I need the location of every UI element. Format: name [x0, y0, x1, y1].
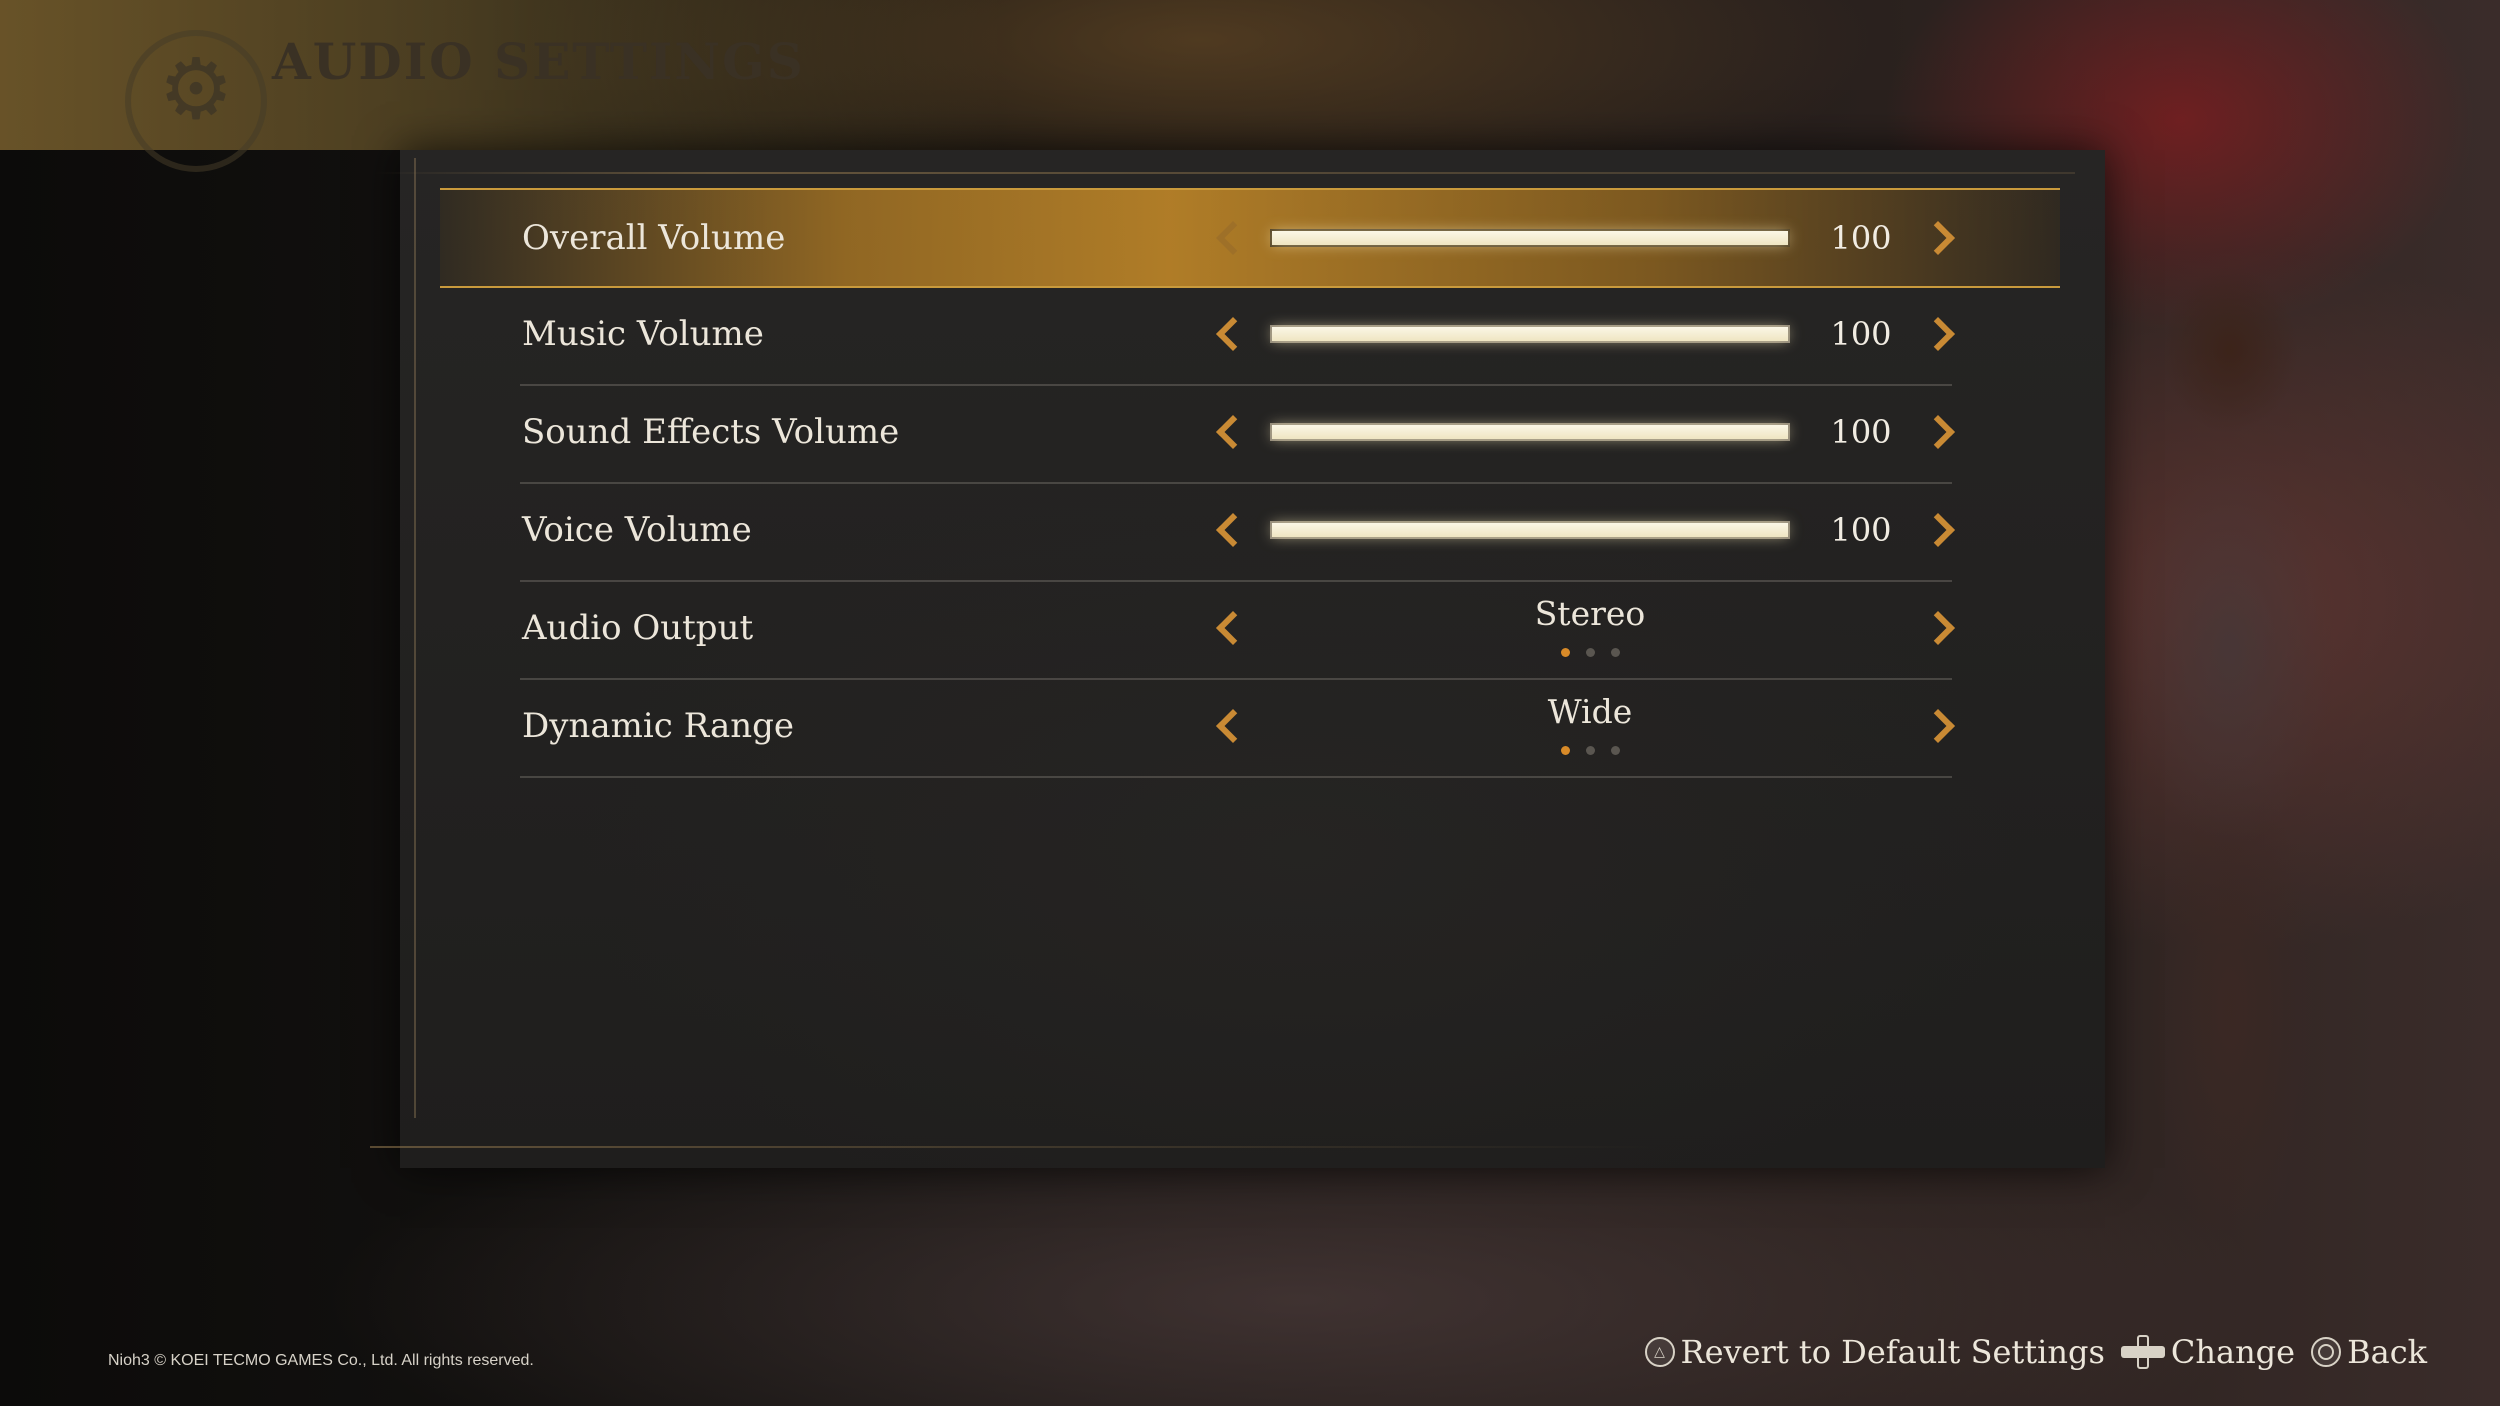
panel-frame-line-left	[414, 158, 416, 1118]
setting-label: Music Volume	[522, 314, 764, 354]
change-hint[interactable]: Change	[2120, 1333, 2296, 1371]
slider-fill	[1272, 327, 1788, 341]
arrow-left-icon[interactable]	[1213, 610, 1239, 646]
setting-row-audio-output[interactable]: Audio Output Stereo	[440, 580, 2060, 676]
volume-slider[interactable]	[1270, 325, 1790, 343]
triangle-button-icon: △	[1644, 1337, 1675, 1367]
panel-frame-line-top	[375, 172, 2075, 174]
volume-slider[interactable]	[1270, 229, 1790, 247]
slider-value: 100	[1830, 219, 1892, 257]
gear-icon	[125, 30, 267, 172]
button-hints: △ Revert to Default Settings Change Back	[1644, 1330, 2427, 1374]
setting-row-sound-effects-volume[interactable]: Sound Effects Volume 100	[440, 384, 2060, 480]
volume-slider[interactable]	[1270, 423, 1790, 441]
option-dot	[1585, 648, 1595, 657]
back-label: Back	[2347, 1333, 2427, 1371]
arrow-left-icon[interactable]	[1213, 414, 1239, 450]
option-dot	[1560, 746, 1570, 755]
slider-value: 100	[1830, 315, 1892, 353]
volume-slider[interactable]	[1270, 521, 1790, 539]
circle-button-icon	[2311, 1337, 2342, 1367]
character-figure	[2080, 230, 2380, 1230]
arrow-right-icon[interactable]	[1926, 316, 1952, 352]
revert-default-hint[interactable]: △ Revert to Default Settings	[1644, 1333, 2105, 1371]
setting-label: Voice Volume	[522, 510, 752, 550]
option-dots	[1540, 648, 1640, 657]
arrow-right-icon[interactable]	[1926, 220, 1952, 256]
page-title: AUDIO SETTINGS	[272, 32, 805, 91]
setting-label: Sound Effects Volume	[522, 412, 900, 452]
option-value: Stereo	[1534, 594, 1646, 633]
setting-row-overall-volume[interactable]: Overall Volume 100	[440, 188, 2060, 288]
revert-default-label: Revert to Default Settings	[1680, 1333, 2105, 1371]
option-dots	[1540, 746, 1640, 755]
slider-fill	[1272, 425, 1788, 439]
copyright-text: Nioh3 © KOEI TECMO GAMES Co., Ltd. All r…	[108, 1352, 534, 1369]
option-dot	[1610, 746, 1620, 755]
arrow-right-icon[interactable]	[1926, 708, 1952, 744]
change-label: Change	[2170, 1333, 2296, 1371]
arrow-right-icon[interactable]	[1926, 610, 1952, 646]
slider-value: 100	[1830, 511, 1892, 549]
option-dot	[1560, 648, 1570, 657]
option-value: Wide	[1547, 692, 1633, 731]
slider-fill	[1272, 231, 1788, 245]
setting-row-music-volume[interactable]: Music Volume 100	[440, 286, 2060, 382]
option-dot	[1610, 648, 1620, 657]
panel-frame-line-bottom	[370, 1146, 1660, 1148]
arrow-left-icon[interactable]	[1213, 316, 1239, 352]
row-divider	[520, 776, 1952, 778]
setting-label: Dynamic Range	[522, 706, 795, 746]
setting-label: Audio Output	[522, 608, 754, 648]
arrow-right-icon[interactable]	[1926, 512, 1952, 548]
slider-value: 100	[1830, 413, 1892, 451]
option-dot	[1585, 746, 1595, 755]
setting-row-dynamic-range[interactable]: Dynamic Range Wide	[440, 678, 2060, 774]
arrow-left-icon[interactable]	[1213, 220, 1239, 256]
arrow-left-icon[interactable]	[1213, 708, 1239, 744]
setting-row-voice-volume[interactable]: Voice Volume 100	[440, 482, 2060, 578]
dpad-icon	[2120, 1335, 2165, 1369]
setting-label: Overall Volume	[522, 218, 786, 258]
slider-fill	[1272, 523, 1788, 537]
back-hint[interactable]: Back	[2311, 1333, 2427, 1371]
arrow-left-icon[interactable]	[1213, 512, 1239, 548]
arrow-right-icon[interactable]	[1926, 414, 1952, 450]
